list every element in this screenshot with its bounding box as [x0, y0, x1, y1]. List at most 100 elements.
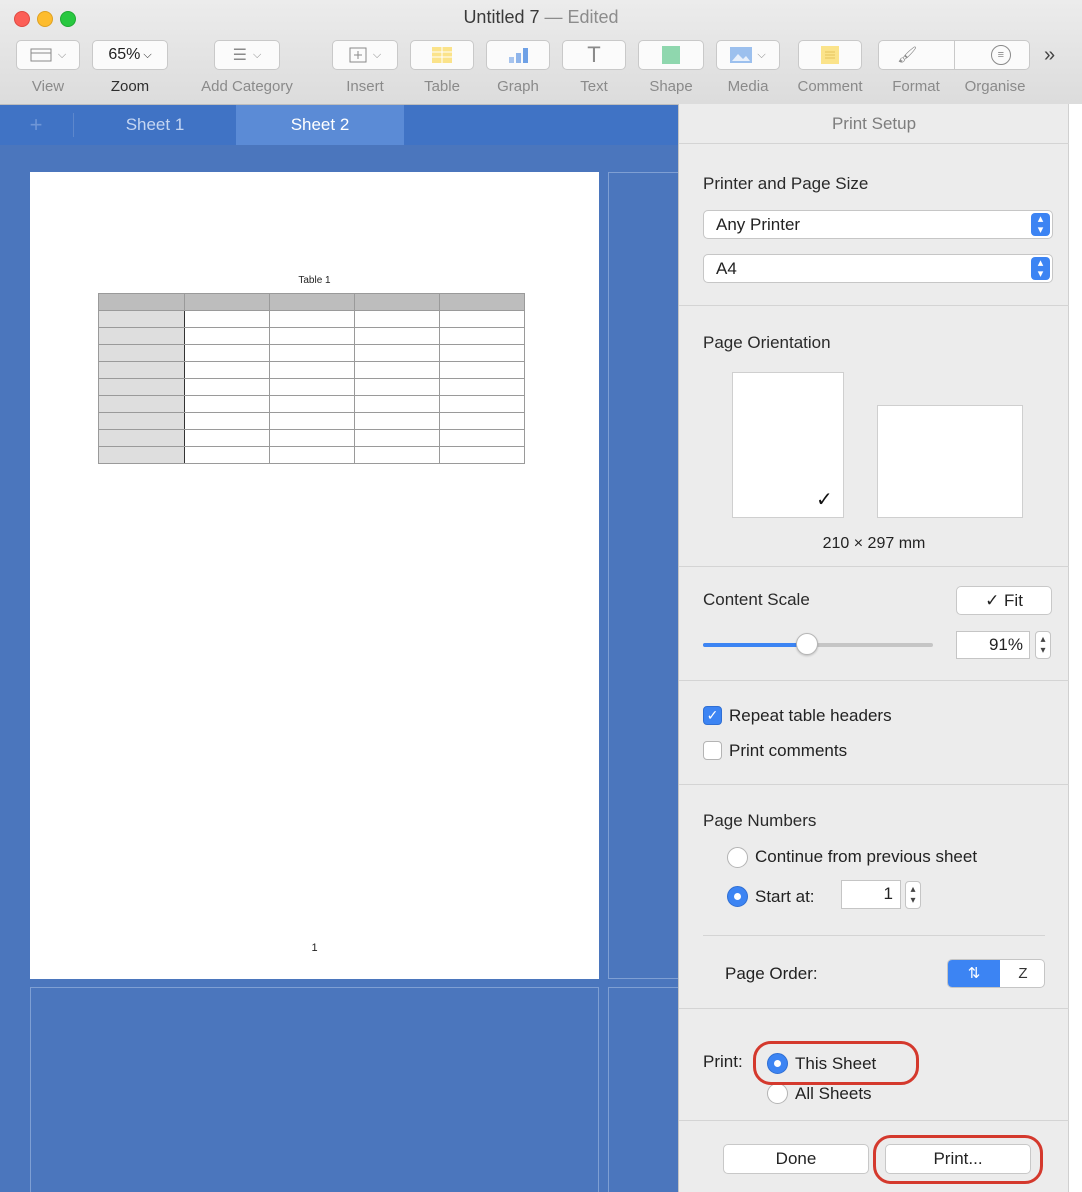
shape-button[interactable]: [638, 40, 704, 70]
start-at-radio[interactable]: [727, 886, 748, 907]
scale-stepper[interactable]: ▴ ▾: [1035, 631, 1051, 659]
add-category-button[interactable]: ☰ ⌵: [214, 40, 280, 70]
popup-arrows-icon: ▴ ▾: [1031, 213, 1050, 236]
edited-status: — Edited: [544, 7, 619, 27]
start-at-input[interactable]: 1: [841, 880, 901, 909]
continue-numbering-label: Continue from previous sheet: [755, 847, 978, 866]
table-row: [98, 361, 525, 379]
format-label: Format: [892, 78, 940, 95]
paintbrush-icon[interactable]: 🖌: [897, 45, 917, 65]
landscape-orientation-option[interactable]: [877, 405, 1023, 518]
scale-slider-fill: [703, 643, 807, 647]
toolbar-overflow-button[interactable]: »: [1044, 44, 1055, 67]
print-scope-label: Print:: [703, 1052, 743, 1071]
text-label: Text: [580, 78, 608, 95]
repeat-headers-checkbox[interactable]: ✓: [703, 706, 722, 725]
table-row: [98, 429, 525, 447]
chevron-down-icon: ⌵: [372, 48, 382, 61]
down-then-over-icon[interactable]: ⇅: [948, 960, 1000, 987]
media-button[interactable]: ⌵: [716, 40, 780, 70]
printer-select[interactable]: Any Printer ▴ ▾: [703, 210, 1053, 239]
portrait-orientation-option[interactable]: ✓: [732, 372, 844, 518]
checkmark-icon: ✓: [816, 489, 833, 511]
section-divider: [679, 784, 1069, 785]
chevron-down-icon: ⌵: [757, 48, 766, 61]
print-comments-label: Print comments: [729, 741, 848, 760]
group-divider: [953, 41, 955, 69]
all-sheets-radio[interactable]: [767, 1083, 788, 1104]
paper-size-value: A4: [716, 259, 737, 278]
this-sheet-highlight: [753, 1041, 919, 1085]
section-divider: [679, 566, 1069, 567]
table-row: [98, 310, 525, 328]
content-scale-label: Content Scale: [703, 590, 810, 609]
print-preview-canvas: Table 1 1: [0, 145, 678, 1192]
orientation-section-title: Page Orientation: [703, 333, 831, 352]
view-button[interactable]: ⌵: [16, 40, 80, 70]
zoom-value: 65%: [108, 46, 141, 63]
scale-slider-knob[interactable]: [796, 633, 818, 655]
done-button[interactable]: Done: [723, 1144, 869, 1174]
all-sheets-label: All Sheets: [795, 1084, 872, 1103]
section-divider: [679, 1120, 1069, 1121]
print-setup-panel: Print Setup Printer and Page Size Any Pr…: [678, 104, 1069, 1192]
sheet-tab-bar: + Sheet 1 Sheet 2: [0, 105, 678, 145]
section-divider: [679, 1008, 1069, 1009]
tab-sheet-1[interactable]: Sheet 1: [74, 105, 236, 145]
sub-divider: [703, 935, 1045, 936]
text-icon: T: [587, 42, 601, 67]
page-order-label: Page Order:: [725, 964, 818, 983]
add-sheet-button[interactable]: +: [24, 113, 48, 137]
paper-size-select[interactable]: A4 ▴ ▾: [703, 254, 1053, 283]
printer-value: Any Printer: [716, 215, 801, 234]
shape-label: Shape: [649, 78, 693, 95]
bar-chart-icon: [509, 48, 528, 63]
print-comments-checkbox[interactable]: [703, 741, 722, 760]
preview-table: [98, 293, 525, 464]
chevron-down-icon: ⌵: [57, 48, 67, 61]
section-divider: [679, 305, 1069, 306]
table-button[interactable]: [410, 40, 474, 70]
below-page-outline: [30, 987, 599, 1192]
add-category-label: Add Category: [201, 78, 293, 95]
zoom-dropdown[interactable]: 65% ⌵: [92, 40, 168, 70]
media-label: Media: [727, 78, 769, 95]
graph-button[interactable]: [486, 40, 550, 70]
text-button[interactable]: T: [562, 40, 626, 70]
comment-button[interactable]: [798, 40, 862, 70]
start-at-label: Start at:: [755, 887, 815, 906]
scale-slider-track[interactable]: [703, 633, 933, 655]
insert-label: Insert: [346, 78, 384, 95]
repeat-headers-label: Repeat table headers: [729, 706, 892, 725]
table-row: [98, 327, 525, 345]
chevron-down-icon: ⌵: [253, 48, 262, 61]
scale-input[interactable]: 91%: [956, 631, 1030, 659]
page-dimensions: 210 × 297 mm: [822, 535, 926, 552]
table-icon: [432, 47, 452, 63]
page-numbers-section-title: Page Numbers: [703, 811, 817, 830]
organise-label: Organise: [964, 78, 1026, 95]
over-then-down-icon[interactable]: Z: [1000, 960, 1044, 987]
start-at-stepper[interactable]: ▴ ▾: [905, 881, 921, 909]
page-number: 1: [311, 942, 318, 954]
chevron-down-icon: ⌵: [143, 48, 152, 61]
view-label: View: [31, 78, 65, 95]
continue-numbering-radio[interactable]: [727, 847, 748, 868]
panel-title: Print Setup: [679, 104, 1069, 144]
document-name: Untitled 7: [463, 7, 540, 27]
organise-icon[interactable]: ≡: [990, 45, 1011, 65]
fit-button[interactable]: ✓ Fit: [956, 586, 1052, 615]
popup-arrows-icon: ▴ ▾: [1031, 257, 1050, 280]
insert-button[interactable]: ⌵: [332, 40, 398, 70]
toolbar: Untitled 7 — Edited ⌵ View 65% ⌵ Zoom ☰ …: [0, 0, 1082, 105]
table-row: [98, 412, 525, 430]
section-divider: [679, 680, 1069, 681]
list-icon: ☰: [232, 47, 247, 64]
insert-icon: [349, 47, 367, 63]
table-row: [98, 344, 525, 362]
zoom-label: Zoom: [110, 78, 150, 95]
next-page-outline: [608, 172, 678, 979]
tab-sheet-2[interactable]: Sheet 2: [236, 105, 404, 145]
comment-label: Comment: [797, 78, 863, 95]
preview-page: Table 1 1: [30, 172, 599, 979]
